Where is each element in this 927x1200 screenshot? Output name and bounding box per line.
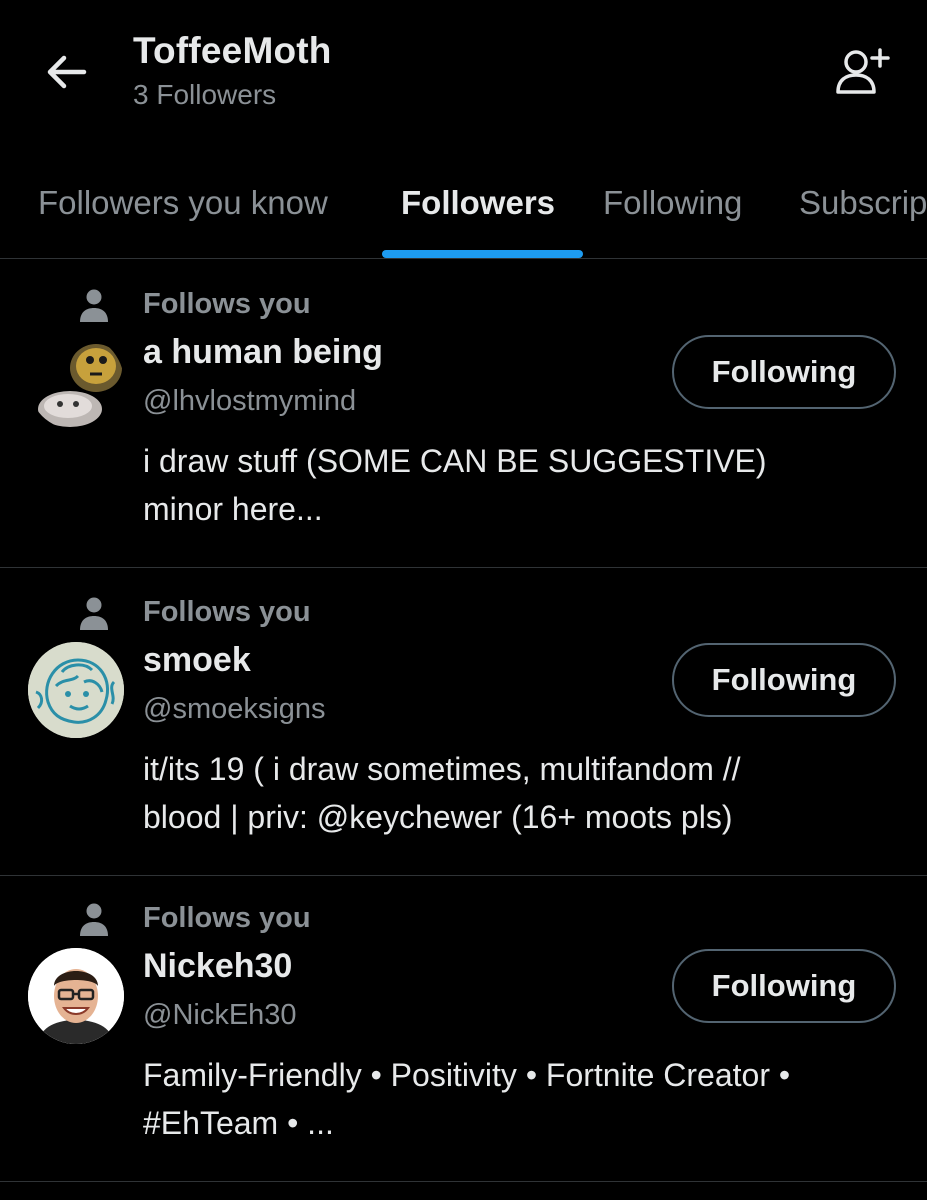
- following-button[interactable]: Following: [672, 335, 896, 409]
- tab-bar: Followers you know Followers Following S…: [0, 160, 927, 260]
- person-icon: [80, 903, 108, 936]
- username[interactable]: @NickEh30: [143, 999, 297, 1032]
- list-item[interactable]: Follows you smoek @smoeksigns Following …: [0, 568, 927, 876]
- list-item[interactable]: Follows you a human being @lhvlostmymind…: [0, 260, 927, 568]
- username[interactable]: @smoeksigns: [143, 693, 326, 726]
- avatar-image: [28, 334, 124, 430]
- tab-following[interactable]: Following: [603, 184, 742, 222]
- active-tab-indicator: [382, 250, 583, 258]
- person-plus-icon[interactable]: [830, 44, 894, 100]
- bio-line: it/its 19 ( i draw sometimes, multifando…: [143, 751, 741, 787]
- page-title: ToffeeMoth: [133, 30, 332, 71]
- follows-you-label: Follows you: [143, 288, 311, 320]
- avatar[interactable]: [28, 642, 124, 738]
- tab-subscriptions[interactable]: Subscriptions: [799, 184, 927, 222]
- follows-you-label: Follows you: [143, 596, 311, 628]
- arrow-left-icon[interactable]: [40, 44, 96, 100]
- bio-line: minor here...: [143, 491, 323, 527]
- bio-line: i draw stuff (SOME CAN BE SUGGESTIVE): [143, 443, 767, 479]
- avatar-image: [28, 642, 124, 738]
- display-name[interactable]: a human being: [143, 333, 383, 372]
- display-name[interactable]: smoek: [143, 641, 251, 680]
- list-item[interactable]: Follows you Nickeh30 @NickEh30 Following…: [0, 874, 927, 1182]
- follower-count: 3 Followers: [133, 79, 277, 110]
- bio: i draw stuff (SOME CAN BE SUGGESTIVE) mi…: [143, 437, 883, 533]
- person-icon: [80, 597, 108, 630]
- bio: Family-Friendly • Positivity • Fortnite …: [143, 1051, 883, 1147]
- bio: it/its 19 ( i draw sometimes, multifando…: [143, 745, 883, 841]
- tab-followers-you-know[interactable]: Followers you know: [38, 184, 328, 222]
- divider: [0, 258, 927, 259]
- tab-followers[interactable]: Followers: [401, 184, 555, 222]
- bio-line: blood | priv: @keychewer (16+ moots pls): [143, 799, 733, 835]
- bio-line: Family-Friendly • Positivity • Fortnite …: [143, 1057, 791, 1093]
- display-name[interactable]: Nickeh30: [143, 947, 292, 986]
- avatar[interactable]: [28, 948, 124, 1044]
- following-button[interactable]: Following: [672, 949, 896, 1023]
- bio-line: #EhTeam • ...: [143, 1105, 334, 1141]
- divider: [0, 1181, 927, 1182]
- username[interactable]: @lhvlostmymind: [143, 385, 356, 418]
- following-button[interactable]: Following: [672, 643, 896, 717]
- person-icon: [80, 289, 108, 322]
- avatar-image: [28, 948, 124, 1044]
- avatar[interactable]: [28, 334, 124, 430]
- top-bar: ToffeeMoth 3 Followers: [0, 0, 927, 150]
- follows-you-label: Follows you: [143, 902, 311, 934]
